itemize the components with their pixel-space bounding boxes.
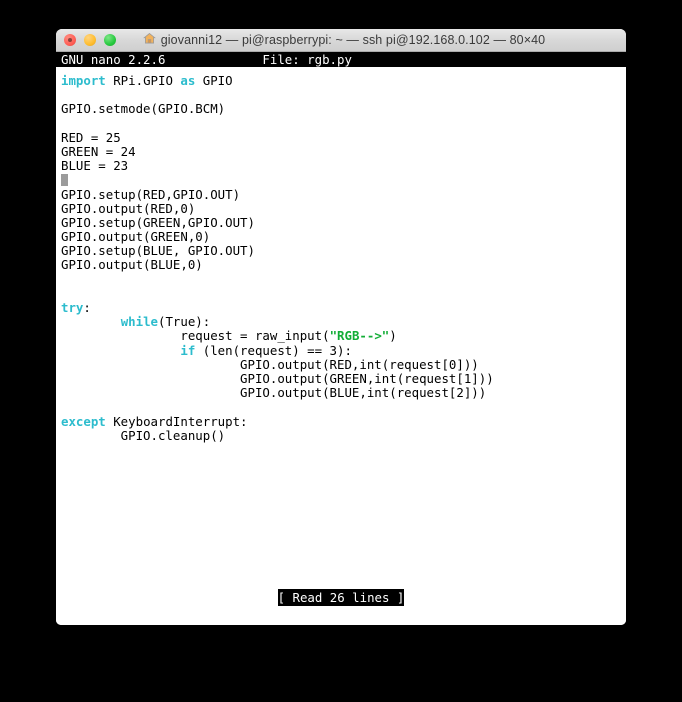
code-keyword: try — [61, 300, 84, 315]
code-line: if (len(request) == 3): — [61, 342, 494, 358]
code-line: request = raw_input("RGB-->") — [61, 329, 494, 343]
window-controls — [64, 29, 116, 51]
code-text: BLUE = 23 — [61, 158, 129, 174]
terminal-body[interactable]: GNU nano 2.2.6 File: rgb.py import RPi.G… — [56, 52, 626, 625]
code-text: GPIO.output(RED,int(request[0])) — [61, 356, 479, 372]
nano-header-bar: GNU nano 2.2.6 File: rgb.py — [56, 52, 626, 67]
code-text: GPIO.setup(BLUE, GPIO.OUT) — [61, 243, 255, 259]
window-titlebar[interactable]: giovanni12 — pi@raspberrypi: ~ — ssh pi@… — [56, 29, 626, 52]
code-keyword: as — [180, 73, 196, 88]
window-title-text: giovanni12 — pi@raspberrypi: ~ — ssh pi@… — [160, 33, 546, 47]
code-line: GREEN = 24 — [61, 143, 494, 159]
code-keyword: except — [61, 413, 106, 429]
code-text: GPIO.output(BLUE,int(request[2])) — [61, 385, 487, 401]
code-line: GPIO.setup(BLUE, GPIO.OUT) — [61, 244, 494, 258]
code-text: RPi.GPIO — [105, 73, 181, 88]
code-text: KeyboardInterrupt: — [105, 413, 248, 429]
code-text: request = raw_input( — [61, 328, 330, 344]
code-line: GPIO.output(GREEN,int(request[1])) — [61, 370, 494, 386]
code-keyword: import — [61, 73, 106, 88]
code-line: GPIO.output(GREEN,0) — [61, 229, 494, 245]
code-keyword: while — [120, 314, 158, 330]
code-line: GPIO.setmode(GPIO.BCM) — [61, 102, 494, 116]
minimize-button[interactable] — [84, 34, 96, 46]
code-text: GPIO.output(GREEN,int(request[1])) — [61, 370, 494, 386]
code-line: while(True): — [61, 315, 494, 329]
code-text: GPIO.output(GREEN,0) — [61, 229, 211, 245]
home-icon — [142, 32, 156, 48]
code-text: (len(request) == 3): — [195, 342, 352, 358]
close-button[interactable] — [64, 34, 76, 46]
code-line: GPIO.output(BLUE,0) — [61, 258, 494, 272]
code-line: GPIO.setup(GREEN,GPIO.OUT) — [61, 214, 494, 230]
code-text: GPIO.cleanup() — [61, 427, 226, 443]
code-line: try: — [61, 300, 494, 315]
code-text: GPIO — [195, 73, 233, 88]
nano-file-label: File: rgb.py — [262, 52, 352, 67]
nano-status-line: [ Read 26 lines ] — [56, 589, 626, 606]
code-text: GREEN = 24 — [61, 143, 136, 159]
code-line: BLUE = 23 — [61, 159, 494, 173]
code-text: GPIO.output(RED,0) — [61, 200, 196, 216]
code-line: GPIO.cleanup() — [61, 427, 494, 443]
code-line: GPIO.output(BLUE,int(request[2])) — [61, 386, 494, 400]
code-text: ) — [389, 328, 397, 344]
nano-text-area[interactable]: import RPi.GPIO as GPIO GPIO.setmode(GPI… — [61, 73, 494, 443]
code-line: except KeyboardInterrupt: — [61, 413, 494, 429]
code-text: RED = 25 — [61, 129, 121, 145]
code-keyword: if — [180, 342, 196, 358]
nano-header-spacer — [165, 52, 262, 67]
nano-version-label: GNU nano 2.2.6 — [61, 52, 166, 67]
code-text: (True): — [158, 314, 211, 330]
code-line: import RPi.GPIO as GPIO — [61, 73, 494, 88]
code-line — [61, 173, 494, 187]
code-text: GPIO.setup(GREEN,GPIO.OUT) — [61, 214, 255, 230]
code-text: : — [83, 300, 91, 315]
window-title-area: giovanni12 — pi@raspberrypi: ~ — ssh pi@… — [56, 32, 626, 48]
terminal-window: giovanni12 — pi@raspberrypi: ~ — ssh pi@… — [56, 29, 626, 625]
code-line: RED = 25 — [61, 129, 494, 145]
code-line: GPIO.output(RED,0) — [61, 200, 494, 216]
text-cursor — [61, 174, 69, 187]
code-line: GPIO.output(RED,int(request[0])) — [61, 356, 494, 372]
code-text: GPIO.setmode(GPIO.BCM) — [61, 101, 226, 117]
maximize-button[interactable] — [104, 34, 116, 46]
code-line: GPIO.setup(RED,GPIO.OUT) — [61, 186, 494, 202]
nano-shortcut-bar: ^G Get Help ^O WriteOut ^R Read File ^Y … — [61, 609, 626, 625]
code-text: GPIO.setup(RED,GPIO.OUT) — [61, 186, 241, 202]
code-string: "RGB-->" — [329, 328, 390, 344]
status-message: [ Read 26 lines ] — [277, 589, 405, 606]
code-text: GPIO.output(BLUE,0) — [61, 257, 203, 273]
